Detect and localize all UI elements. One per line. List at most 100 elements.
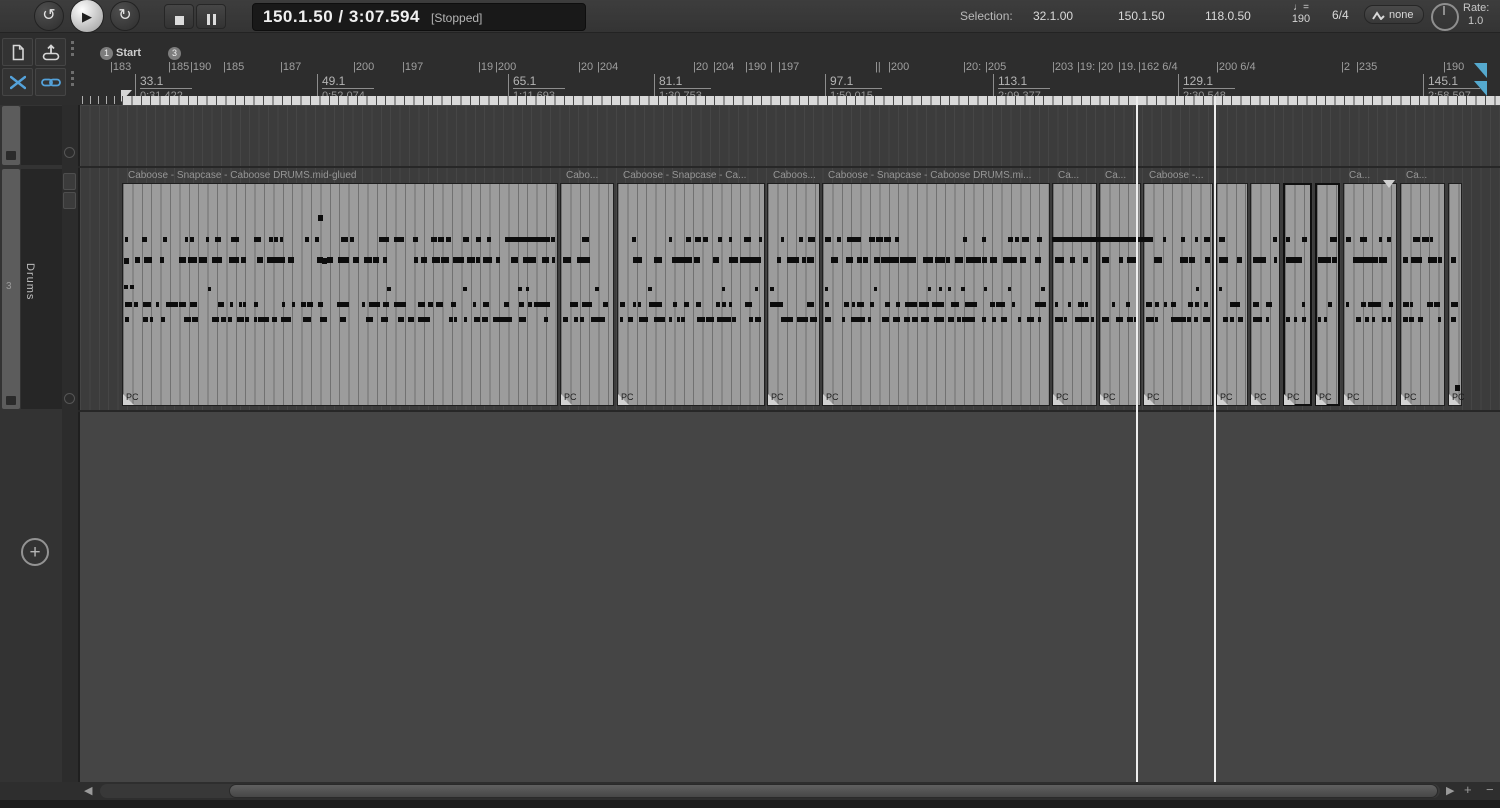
midi-item[interactable] [122, 183, 558, 406]
tempo-marker[interactable]: |205 [985, 61, 1006, 73]
marker-bubble[interactable]: 3 [168, 47, 181, 60]
midi-item[interactable] [617, 183, 765, 406]
midi-note [1430, 237, 1433, 242]
toolbar-grip[interactable] [66, 68, 78, 96]
midi-item[interactable] [1099, 183, 1141, 406]
track-2-record-arm-button[interactable] [64, 147, 75, 158]
tempo-marker[interactable]: |19: [1077, 61, 1095, 73]
midi-item[interactable] [822, 183, 1050, 406]
tempo-marker[interactable]: |190 [190, 61, 211, 73]
tempo-display[interactable]: ♩= 190 [1284, 2, 1318, 25]
envelope-mode-button[interactable]: none [1364, 5, 1424, 24]
tempo-marker[interactable]: |200 6/4 [1216, 61, 1256, 73]
midi-note [278, 257, 285, 263]
midi-item[interactable] [560, 183, 614, 406]
tempo-marker[interactable]: |20 [1098, 61, 1113, 73]
marker-line[interactable] [1214, 96, 1216, 782]
tempo-marker[interactable]: |183 [110, 61, 131, 73]
midi-note [1361, 302, 1366, 307]
tempo-marker[interactable]: |185 [223, 61, 244, 73]
selection-start[interactable]: 32.1.00 [1033, 9, 1073, 23]
marker-bubble[interactable]: 1 [100, 47, 113, 60]
tempo-marker[interactable]: |20 [693, 61, 708, 73]
midi-item[interactable] [1400, 183, 1445, 406]
pc-flag-label: PC [1056, 392, 1069, 402]
toolbar-grip[interactable] [66, 38, 78, 66]
tempo-marker[interactable]: |20 [578, 61, 593, 73]
add-track-button[interactable]: + [21, 538, 49, 566]
midi-item[interactable] [1052, 183, 1097, 406]
zoom-in-button[interactable]: + [1464, 782, 1472, 797]
tempo-marker[interactable]: |190 [1443, 61, 1464, 73]
midi-item[interactable] [767, 183, 820, 406]
tempo-marker[interactable]: |190 [745, 61, 766, 73]
tempo-marker[interactable]: |19 [478, 61, 493, 73]
tempo-marker[interactable]: |204 [597, 61, 618, 73]
tempo-marker[interactable]: |235 [1356, 61, 1377, 73]
tempo-marker[interactable]: || [875, 61, 881, 73]
timeline-ruler[interactable]: 1 Start 3 |183 |185 |190 |185 |187 |200 |197 |19 |2… [80, 33, 1500, 105]
tempo-marker[interactable]: |203 [1052, 61, 1073, 73]
item-grouping-button[interactable] [35, 68, 66, 96]
tempo-marker[interactable]: |19. [1118, 61, 1136, 73]
track-divider[interactable] [78, 410, 1500, 412]
tempo-marker[interactable]: |200 [495, 61, 516, 73]
rate-knob[interactable] [1431, 3, 1459, 31]
midi-note [542, 257, 549, 263]
midi-item[interactable] [1343, 183, 1397, 406]
tempo-marker[interactable]: |197 [778, 61, 799, 73]
play-button[interactable]: ▶ [70, 0, 104, 33]
midi-item[interactable] [1315, 183, 1340, 406]
repeat-button[interactable]: ↻ [110, 1, 140, 31]
scroll-right-button[interactable]: ▶ [1446, 784, 1454, 797]
midi-note [320, 317, 327, 322]
marker-line[interactable] [1136, 96, 1138, 782]
tempo-marker[interactable]: |200 [353, 61, 374, 73]
time-display[interactable]: 150.1.50 / 3:07.594 [Stopped] [252, 3, 586, 31]
tempo-marker[interactable]: |197 [402, 61, 423, 73]
go-to-start-button[interactable]: ↺ [34, 1, 64, 31]
pause-button[interactable] [196, 4, 226, 29]
midi-note [1038, 317, 1041, 322]
track-3-record-arm-button[interactable] [64, 393, 75, 404]
crossfade-toggle-button[interactable] [2, 68, 33, 96]
time-selection-strip[interactable] [122, 96, 1500, 105]
midi-item[interactable] [1283, 183, 1312, 406]
tempo-marker[interactable]: |187 [280, 61, 301, 73]
zoom-out-button[interactable]: − [1486, 782, 1494, 797]
scroll-left-button[interactable]: ◀ [84, 784, 92, 797]
solo-button[interactable] [63, 192, 76, 209]
track-lane-2[interactable] [80, 106, 1500, 166]
midi-item[interactable] [1448, 183, 1462, 406]
midi-item[interactable] [1250, 183, 1280, 406]
tempo-marker[interactable]: |20: [963, 61, 981, 73]
time-signature[interactable]: 6/4 [1332, 8, 1349, 22]
tempo-marker[interactable]: |204 [713, 61, 734, 73]
midi-note [473, 302, 476, 307]
new-project-button[interactable] [2, 38, 33, 66]
midi-note [1146, 302, 1152, 307]
selection-end[interactable]: 150.1.50 [1118, 9, 1165, 23]
tempo-marker[interactable]: |200 [888, 61, 909, 73]
stop-button[interactable] [164, 4, 194, 29]
rate-value[interactable]: 1.0 [1463, 15, 1489, 28]
mute-button[interactable] [63, 173, 76, 190]
midi-note [1018, 317, 1021, 322]
midi-item[interactable] [1143, 183, 1213, 406]
track-2-panel[interactable] [21, 106, 62, 165]
track-name[interactable]: Drums [24, 263, 36, 300]
midi-note [1379, 257, 1387, 263]
save-project-button[interactable] [35, 38, 66, 66]
midi-note [582, 237, 589, 242]
midi-note [1365, 317, 1369, 322]
midi-note [1204, 302, 1208, 307]
tempo-marker[interactable]: | [770, 61, 773, 73]
tempo-marker[interactable]: |185 [168, 61, 189, 73]
scrollbar-thumb[interactable] [229, 784, 1438, 798]
selection-length[interactable]: 118.0.50 [1205, 9, 1251, 23]
tempo-marker[interactable]: |162 6/4 [1138, 61, 1178, 73]
midi-note [1055, 257, 1064, 263]
tempo-marker[interactable]: |2 [1341, 61, 1350, 73]
midi-note [825, 237, 831, 242]
midi-item[interactable] [1216, 183, 1248, 406]
